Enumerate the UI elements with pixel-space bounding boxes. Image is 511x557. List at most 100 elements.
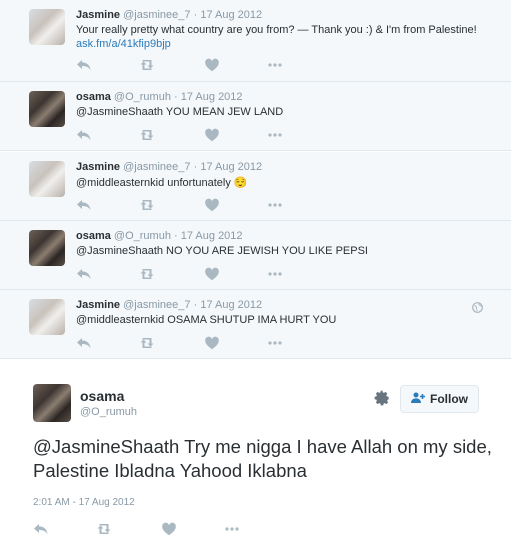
- tweet-header: Jasmine @jasminee_7 · 17 Aug 2012: [76, 299, 262, 311]
- tweet-actions: [76, 267, 296, 281]
- avatar[interactable]: [29, 9, 65, 45]
- retweet-button[interactable]: [139, 198, 155, 212]
- more-button[interactable]: [267, 58, 283, 72]
- retweet-button[interactable]: [139, 58, 155, 72]
- author-handle[interactable]: @jasminee_7: [123, 161, 190, 173]
- author-name[interactable]: Jasmine: [76, 9, 120, 21]
- reply-button[interactable]: [76, 58, 92, 72]
- author-handle[interactable]: @O_rumuh: [114, 91, 171, 103]
- like-button[interactable]: [204, 58, 220, 72]
- retweet-button[interactable]: [139, 128, 155, 142]
- reply-tweet[interactable]: osama @O_rumuh · 17 Aug 2012 @JasmineShaa…: [0, 221, 511, 290]
- add-user-icon: [411, 392, 425, 407]
- like-button[interactable]: [204, 128, 220, 142]
- tweet-date[interactable]: 17 Aug 2012: [200, 299, 262, 311]
- separator: ·: [193, 161, 198, 173]
- tweet-date[interactable]: 17 Aug 2012: [181, 230, 243, 242]
- author-handle[interactable]: @jasminee_7: [123, 9, 190, 21]
- tweet-text: @JasmineShaath NO YOU ARE JEWISH YOU LIK…: [76, 245, 368, 257]
- main-tweet-timestamp[interactable]: 2:01 AM - 17 Aug 2012: [33, 497, 135, 508]
- heart-icon: [204, 58, 220, 72]
- tweet-header: Jasmine @jasminee_7 · 17 Aug 2012: [76, 9, 262, 21]
- reply-icon: [76, 58, 92, 72]
- reply-icon: [33, 522, 49, 536]
- retweet-icon: [139, 128, 155, 142]
- avatar[interactable]: [29, 230, 65, 266]
- reply-button[interactable]: [76, 336, 92, 350]
- globe-icon: [472, 300, 483, 313]
- tweet-actions: [76, 336, 296, 350]
- author-name[interactable]: Jasmine: [76, 161, 120, 173]
- retweet-icon: [139, 58, 155, 72]
- reply-button[interactable]: [76, 267, 92, 281]
- like-button[interactable]: [161, 522, 177, 536]
- gear-icon[interactable]: [374, 390, 390, 406]
- heart-icon: [161, 522, 177, 536]
- follow-button-label: Follow: [430, 392, 468, 406]
- reply-tweet[interactable]: osama @O_rumuh · 17 Aug 2012 @JasmineShaa…: [0, 82, 511, 151]
- more-button[interactable]: [267, 198, 283, 212]
- avatar[interactable]: [29, 299, 65, 335]
- retweet-icon: [139, 198, 155, 212]
- separator: ·: [174, 91, 178, 103]
- tweet-text: Your really pretty what country are you …: [76, 24, 477, 36]
- retweet-button[interactable]: [139, 336, 155, 350]
- tweet-link[interactable]: ask.fm/a/41kfip9bjp: [76, 38, 171, 50]
- reply-tweet[interactable]: Jasmine @jasminee_7 · 17 Aug 2012 Your re…: [0, 0, 511, 82]
- reply-tweet[interactable]: Jasmine @jasminee_7 · 17 Aug 2012 @middle…: [0, 290, 511, 359]
- retweet-button[interactable]: [139, 267, 155, 281]
- more-icon: [267, 267, 283, 281]
- like-button[interactable]: [204, 198, 220, 212]
- more-button[interactable]: [267, 336, 283, 350]
- tweet-header: osama @O_rumuh · 17 Aug 2012: [76, 91, 243, 103]
- follow-button[interactable]: Follow: [400, 385, 479, 413]
- heart-icon: [204, 267, 220, 281]
- reply-button[interactable]: [33, 522, 49, 536]
- tweet-actions: [76, 198, 296, 212]
- main-tweet-actions: [33, 522, 253, 536]
- main-tweet-author-name[interactable]: osama: [80, 388, 124, 404]
- tweet-text: @JasmineShaath YOU MEAN JEW LAND: [76, 106, 284, 118]
- tweet-text: @middleasternkid OSAMA SHUTUP IMA HURT Y…: [76, 314, 337, 326]
- more-button[interactable]: [267, 128, 283, 142]
- main-tweet-text: @JasmineShaath Try me nigga I have Allah…: [33, 436, 492, 481]
- avatar[interactable]: [33, 384, 71, 422]
- like-button[interactable]: [204, 267, 220, 281]
- more-icon: [267, 58, 283, 72]
- retweet-icon: [139, 267, 155, 281]
- reply-button[interactable]: [76, 198, 92, 212]
- author-name[interactable]: osama: [76, 230, 111, 242]
- tweet-text: @middleasternkid unfortunately 😌: [76, 177, 248, 189]
- heart-icon: [204, 336, 220, 350]
- like-button[interactable]: [204, 336, 220, 350]
- reply-icon: [76, 128, 92, 142]
- author-handle[interactable]: @jasminee_7: [123, 299, 190, 311]
- tweet-actions: [76, 128, 296, 142]
- more-icon: [224, 522, 240, 536]
- more-icon: [267, 336, 283, 350]
- tweet-date[interactable]: 17 Aug 2012: [200, 161, 262, 173]
- retweet-icon: [96, 522, 112, 536]
- separator: ·: [193, 299, 198, 311]
- author-name[interactable]: Jasmine: [76, 299, 120, 311]
- author-name[interactable]: osama: [76, 91, 111, 103]
- reply-icon: [76, 198, 92, 212]
- more-button[interactable]: [267, 267, 283, 281]
- main-tweet-author-handle[interactable]: @O_rumuh: [80, 406, 137, 418]
- tweet-header: osama @O_rumuh · 17 Aug 2012: [76, 230, 243, 242]
- avatar[interactable]: [29, 161, 65, 197]
- more-icon: [267, 128, 283, 142]
- separator: ·: [193, 9, 198, 21]
- retweet-button[interactable]: [96, 522, 112, 536]
- tweet-date[interactable]: 17 Aug 2012: [200, 9, 262, 21]
- tweet-actions: [76, 58, 296, 72]
- author-handle[interactable]: @O_rumuh: [114, 230, 171, 242]
- main-tweet: osama @O_rumuh Follow @JasmineShaath Try…: [0, 361, 511, 557]
- more-button[interactable]: [224, 522, 240, 536]
- reply-icon: [76, 267, 92, 281]
- tweet-date[interactable]: 17 Aug 2012: [181, 91, 243, 103]
- reply-tweet[interactable]: Jasmine @jasminee_7 · 17 Aug 2012 @middle…: [0, 152, 511, 221]
- avatar[interactable]: [29, 91, 65, 127]
- reply-button[interactable]: [76, 128, 92, 142]
- tweet-header: Jasmine @jasminee_7 · 17 Aug 2012: [76, 161, 262, 173]
